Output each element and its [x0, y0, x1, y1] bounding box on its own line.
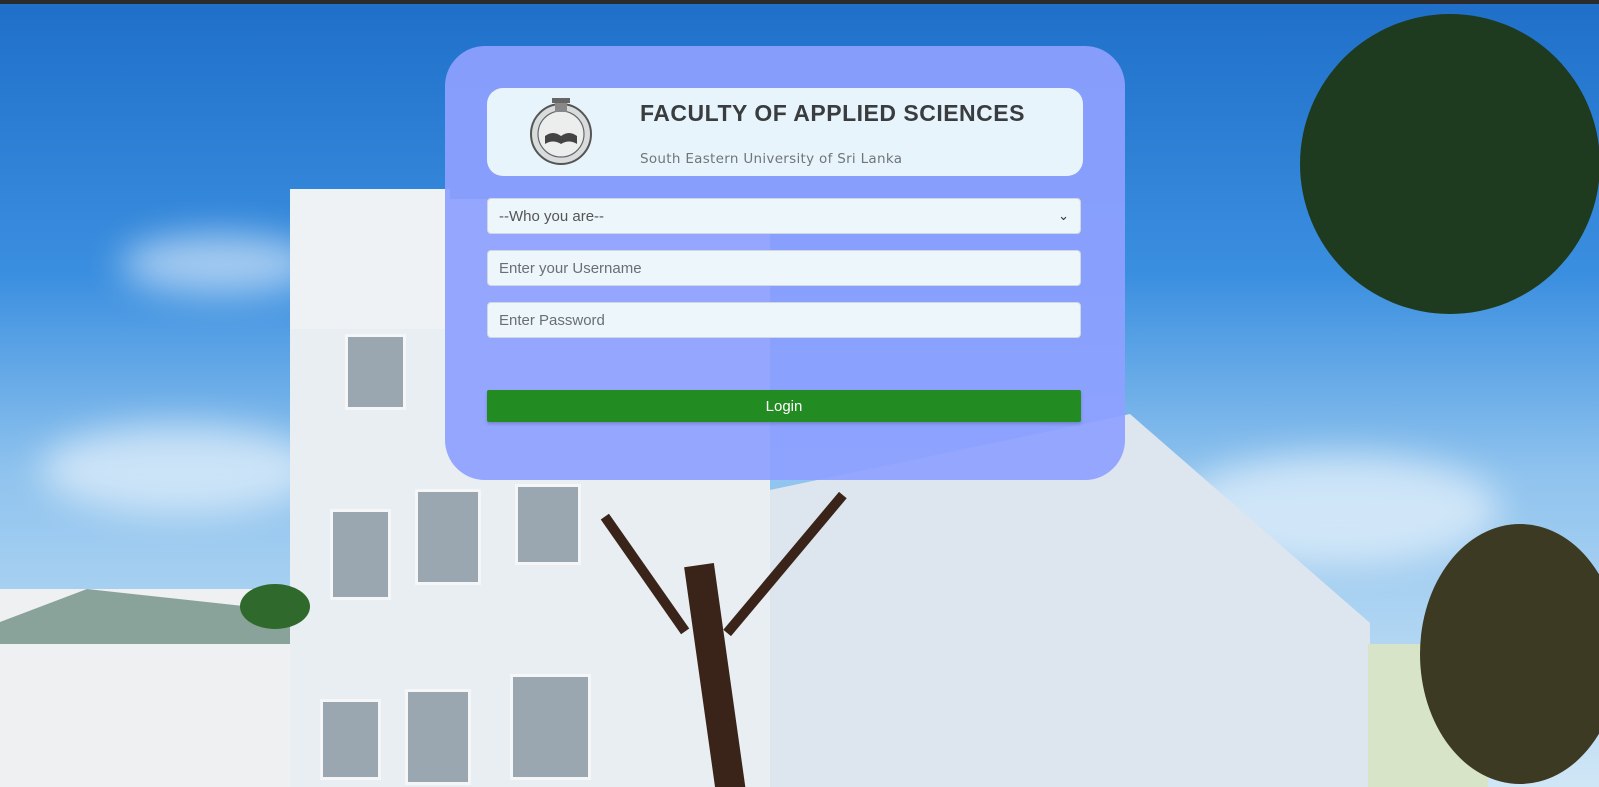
- university-name: South Eastern University of Sri Lanka: [640, 151, 903, 167]
- role-select[interactable]: --Who you are-- ⌄: [487, 198, 1081, 234]
- faculty-header: FACULTY OF APPLIED SCIENCES South Easter…: [487, 88, 1083, 176]
- page-title: FACULTY OF APPLIED SCIENCES: [640, 100, 1025, 126]
- university-crest-icon: [530, 98, 592, 165]
- login-card: FACULTY OF APPLIED SCIENCES South Easter…: [445, 46, 1125, 480]
- chevron-down-icon: ⌄: [1058, 208, 1069, 223]
- login-button[interactable]: Login: [487, 390, 1081, 422]
- username-input[interactable]: [487, 250, 1081, 286]
- role-select-value: --Who you are--: [499, 207, 605, 225]
- password-input[interactable]: [487, 302, 1081, 338]
